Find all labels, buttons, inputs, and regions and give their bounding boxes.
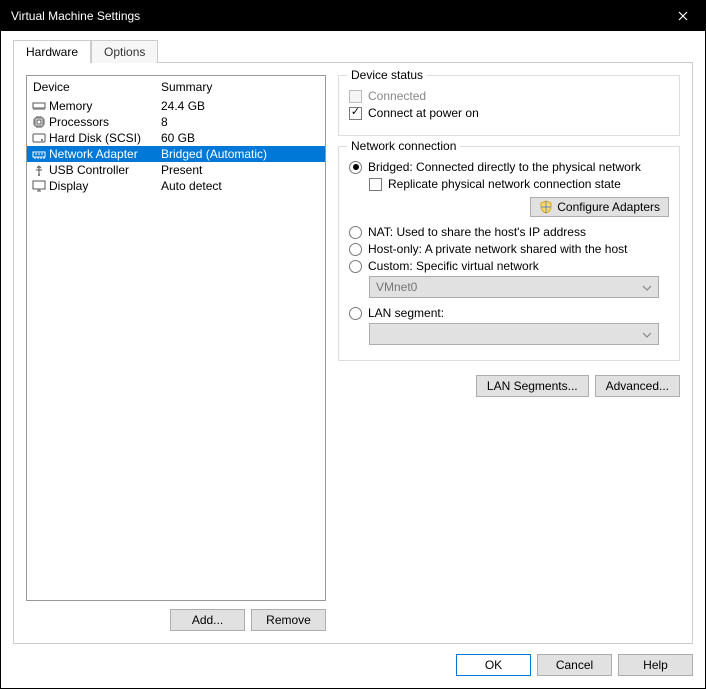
radio-custom[interactable] — [349, 260, 362, 273]
radio-hostonly[interactable] — [349, 243, 362, 256]
shield-icon — [539, 200, 553, 214]
configure-adapters-button[interactable]: Configure Adapters — [530, 197, 669, 217]
radio-lansegment[interactable] — [349, 307, 362, 320]
group-network-title: Network connection — [347, 139, 460, 153]
cpu-icon — [31, 115, 47, 129]
device-row[interactable]: USB ControllerPresent — [27, 162, 325, 178]
device-row[interactable]: Memory24.4 GB — [27, 98, 325, 114]
chevron-down-icon — [642, 327, 652, 341]
device-row[interactable]: Hard Disk (SCSI)60 GB — [27, 130, 325, 146]
device-pane: Device Summary Memory24.4 GBProcessors8H… — [26, 75, 326, 631]
device-name: Network Adapter — [49, 147, 161, 161]
dialog-footer: OK Cancel Help — [1, 644, 705, 688]
device-list-header: Device Summary — [27, 76, 325, 98]
remove-button[interactable]: Remove — [251, 609, 326, 631]
device-summary: Present — [161, 163, 321, 177]
device-summary: Auto detect — [161, 179, 321, 193]
ok-button[interactable]: OK — [456, 654, 531, 676]
network-extra-buttons: LAN Segments... Advanced... — [338, 375, 680, 397]
custom-network-select: VMnet0 — [369, 276, 659, 298]
tab-hardware[interactable]: Hardware — [13, 40, 91, 63]
device-summary: 60 GB — [161, 131, 321, 145]
network-icon — [31, 147, 47, 161]
add-button[interactable]: Add... — [170, 609, 245, 631]
device-name: Display — [49, 179, 161, 193]
titlebar: Virtual Machine Settings — [1, 1, 705, 31]
replicate-checkbox[interactable] — [369, 178, 382, 191]
group-device-status-title: Device status — [347, 68, 427, 82]
radio-hostonly-label: Host-only: A private network shared with… — [368, 242, 627, 256]
cancel-button[interactable]: Cancel — [537, 654, 612, 676]
radio-nat[interactable] — [349, 226, 362, 239]
device-list: Device Summary Memory24.4 GBProcessors8H… — [26, 75, 326, 601]
radio-nat-label: NAT: Used to share the host's IP address — [368, 225, 586, 239]
tab-bar: Hardware Options — [1, 31, 705, 62]
chevron-down-icon — [642, 280, 652, 294]
radio-bridged[interactable] — [349, 161, 362, 174]
connect-poweron-label: Connect at power on — [368, 106, 479, 120]
device-row[interactable]: Processors8 — [27, 114, 325, 130]
col-device-header[interactable]: Device — [33, 80, 161, 94]
advanced-button[interactable]: Advanced... — [595, 375, 680, 397]
settings-window: Virtual Machine Settings Hardware Option… — [0, 0, 706, 689]
settings-pane: Device status Connected Connect at power… — [338, 75, 680, 631]
tab-content: Device Summary Memory24.4 GBProcessors8H… — [13, 62, 693, 644]
connected-checkbox — [349, 90, 362, 103]
connected-label: Connected — [368, 89, 426, 103]
group-network-connection: Network connection Bridged: Connected di… — [338, 146, 680, 361]
disk-icon — [31, 131, 47, 145]
lansegment-select — [369, 323, 659, 345]
configure-adapters-label: Configure Adapters — [557, 200, 660, 214]
device-name: Memory — [49, 99, 161, 113]
tab-options[interactable]: Options — [91, 40, 158, 63]
col-summary-header[interactable]: Summary — [161, 80, 319, 94]
connect-poweron-checkbox[interactable] — [349, 107, 362, 120]
replicate-label: Replicate physical network connection st… — [388, 177, 621, 191]
device-name: USB Controller — [49, 163, 161, 177]
device-name: Hard Disk (SCSI) — [49, 131, 161, 145]
radio-bridged-label: Bridged: Connected directly to the physi… — [368, 160, 641, 174]
radio-lansegment-label: LAN segment: — [368, 306, 444, 320]
device-buttons: Add... Remove — [26, 609, 326, 631]
device-summary: 24.4 GB — [161, 99, 321, 113]
memory-icon — [31, 99, 47, 113]
radio-custom-label: Custom: Specific virtual network — [368, 259, 539, 273]
help-button[interactable]: Help — [618, 654, 693, 676]
display-icon — [31, 179, 47, 193]
device-row[interactable]: DisplayAuto detect — [27, 178, 325, 194]
device-row[interactable]: Network AdapterBridged (Automatic) — [27, 146, 325, 162]
custom-network-value: VMnet0 — [376, 280, 417, 294]
device-summary: Bridged (Automatic) — [161, 147, 321, 161]
window-title: Virtual Machine Settings — [11, 9, 140, 23]
usb-icon — [31, 163, 47, 177]
close-icon[interactable] — [660, 1, 705, 31]
lan-segments-button[interactable]: LAN Segments... — [476, 375, 589, 397]
group-device-status: Device status Connected Connect at power… — [338, 75, 680, 136]
device-summary: 8 — [161, 115, 321, 129]
device-name: Processors — [49, 115, 161, 129]
